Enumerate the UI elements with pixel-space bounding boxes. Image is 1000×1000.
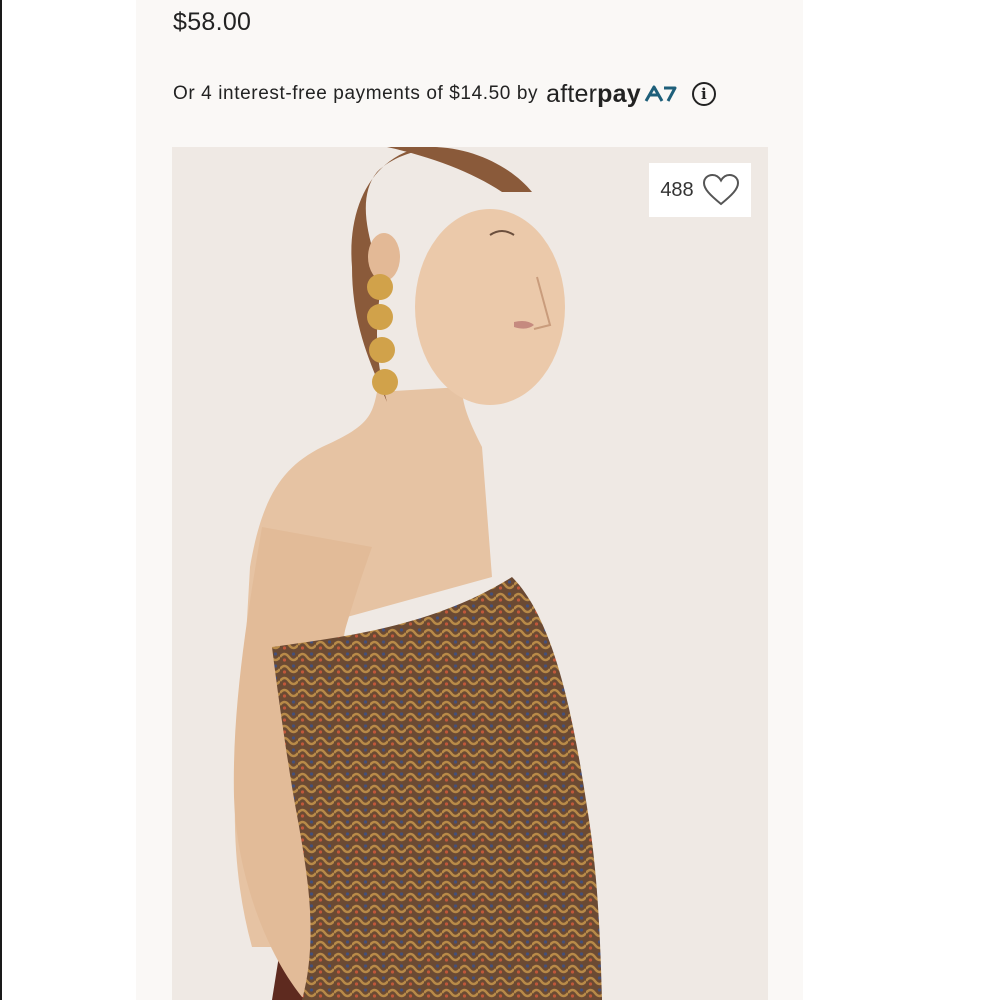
heart-outline-icon <box>702 173 739 206</box>
afterpay-logo-pay: pay <box>597 79 641 108</box>
favorite-count: 488 <box>660 178 694 201</box>
model-photo <box>233 147 602 1000</box>
afterpay-logo: after pay <box>546 80 678 109</box>
product-image[interactable] <box>172 147 768 1000</box>
product-price: $58.00 <box>173 8 252 36</box>
favorite-button[interactable]: 488 <box>649 163 751 217</box>
installment-text: Or 4 interest-free payments of $14.50 by <box>173 83 539 104</box>
info-icon[interactable]: i <box>691 82 716 106</box>
left-divider <box>0 0 2 1000</box>
afterpay-mark-icon <box>644 85 677 102</box>
afterpay-row: Or 4 interest-free payments of $14.50 by… <box>173 76 716 112</box>
afterpay-logo-after: after <box>546 79 598 108</box>
